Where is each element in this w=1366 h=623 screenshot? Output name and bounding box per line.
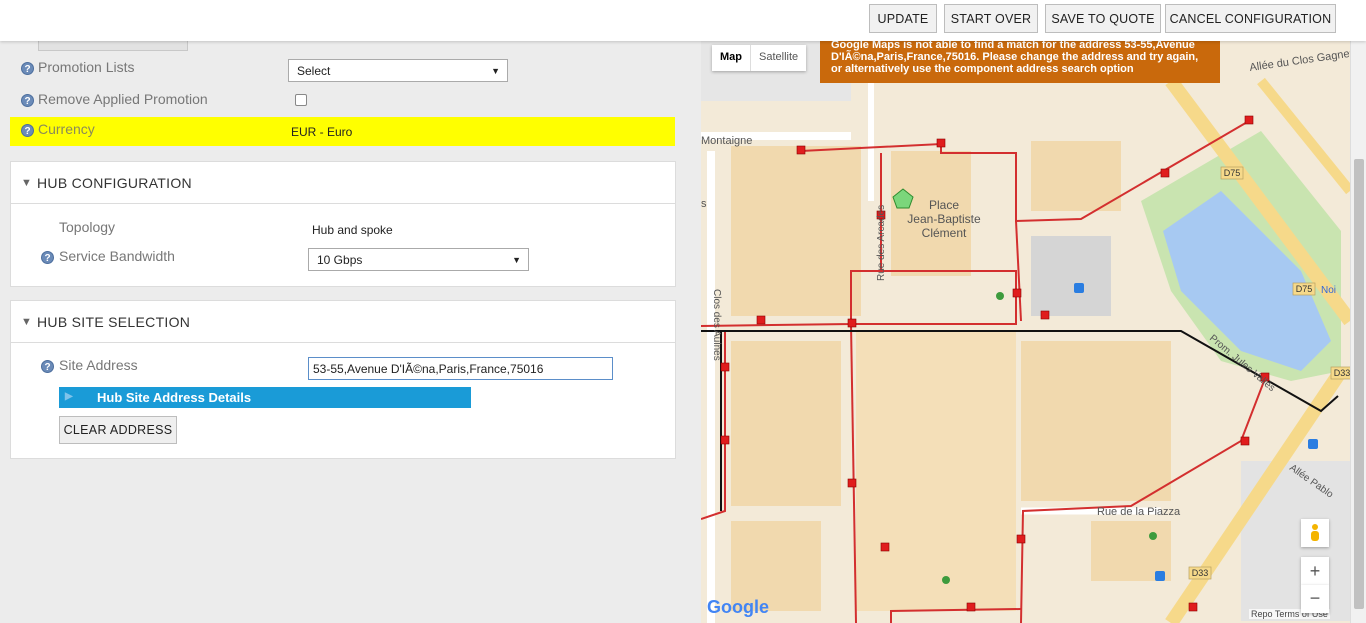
hub-configuration-panel: ▼ HUB CONFIGURATION Topology Hub and spo… xyxy=(10,161,676,287)
road-shield-d33: D33 xyxy=(1330,366,1350,380)
road-shield-d75: D75 xyxy=(1292,282,1316,296)
hub-configuration-header[interactable]: ▼ HUB CONFIGURATION xyxy=(11,162,675,204)
hub-configuration-title: HUB CONFIGURATION xyxy=(37,175,192,191)
road-shield-label: D75 xyxy=(1296,284,1313,294)
chevron-down-icon: ▼ xyxy=(512,255,521,265)
building-block xyxy=(1031,141,1121,211)
map-label-noi: Noi xyxy=(1321,285,1336,296)
help-icon[interactable]: ? xyxy=(41,251,54,264)
promotion-lists-label: Promotion Lists xyxy=(38,59,135,75)
hub-site-selection-title: HUB SITE SELECTION xyxy=(37,314,191,330)
building-block xyxy=(731,341,841,506)
service-bandwidth-label: Service Bandwidth xyxy=(59,248,175,264)
service-bandwidth-select[interactable]: 10 Gbps ▼ xyxy=(308,248,529,271)
remove-promotion-label: Remove Applied Promotion xyxy=(38,91,208,107)
topology-value: Hub and spoke xyxy=(312,223,393,237)
collapse-triangle-icon: ▼ xyxy=(21,316,32,328)
road-shield-label: D75 xyxy=(1224,168,1241,178)
place-label-line3: Clément xyxy=(922,226,967,240)
save-to-quote-button[interactable]: SAVE TO QUOTE xyxy=(1045,4,1161,33)
map-canvas[interactable]: Allée du Clos Gagneur Montaigne Place Je… xyxy=(701,41,1350,623)
page-scrollbar[interactable] xyxy=(1350,41,1366,623)
building-block xyxy=(731,146,861,316)
road-shield-label: D33 xyxy=(1192,568,1209,578)
promotion-lists-select[interactable]: Select ▼ xyxy=(288,59,508,82)
hub-site-address-details-bar[interactable]: ▶ Hub Site Address Details xyxy=(59,387,471,408)
help-icon[interactable]: ? xyxy=(21,62,34,75)
start-over-button[interactable]: START OVER xyxy=(944,4,1038,33)
green-point-marker[interactable] xyxy=(996,292,1004,300)
bus-stop-icon[interactable] xyxy=(1155,571,1165,581)
road-shield-label: D33 xyxy=(1334,368,1350,378)
help-icon[interactable]: ? xyxy=(41,360,54,373)
currency-value: EUR - Euro xyxy=(291,125,353,139)
collapse-triangle-icon: ▼ xyxy=(21,177,32,189)
site-address-label: Site Address xyxy=(59,357,138,373)
road-shield-d75: D75 xyxy=(1220,166,1244,180)
google-logo: Google xyxy=(707,597,769,617)
bus-stop-icon[interactable] xyxy=(1308,439,1318,449)
building-block xyxy=(1021,341,1171,501)
remove-promotion-checkbox[interactable] xyxy=(295,94,307,106)
hub-site-selection-panel: ▼ HUB SITE SELECTION ? Site Address ▶ Hu… xyxy=(10,300,676,459)
geocode-error-alert: Google Maps is not able to find a match … xyxy=(820,41,1220,83)
partially-hidden-button[interactable] xyxy=(38,41,188,51)
topology-label: Topology xyxy=(59,219,116,235)
scrollbar-thumb[interactable] xyxy=(1354,159,1364,609)
green-point-marker[interactable] xyxy=(1149,532,1157,540)
zoom-out-button[interactable]: − xyxy=(1301,585,1329,613)
building-block xyxy=(856,331,1016,611)
help-icon[interactable]: ? xyxy=(21,124,34,137)
google-map[interactable]: Allée du Clos Gagneur Montaigne Place Je… xyxy=(701,41,1350,623)
currency-label: Currency xyxy=(38,121,95,137)
service-bandwidth-value: 10 Gbps xyxy=(317,253,363,267)
site-address-input[interactable] xyxy=(308,357,613,380)
street-label-montaigne: Montaigne xyxy=(701,135,752,147)
map-type-satellite[interactable]: Satellite xyxy=(750,45,806,71)
map-type-map[interactable]: Map xyxy=(712,45,750,71)
promotion-lists-value: Select xyxy=(297,64,331,78)
hub-site-address-details-title: Hub Site Address Details xyxy=(97,390,252,405)
map-type-control[interactable]: Map Satellite xyxy=(712,45,807,71)
place-label-line2: Jean-Baptiste xyxy=(907,212,981,226)
road-shield-d33: D33 xyxy=(1188,566,1212,580)
map-label-s: s xyxy=(701,198,707,210)
street-label-rue-piazza: Rue de la Piazza xyxy=(1097,506,1181,518)
chevron-down-icon: ▼ xyxy=(491,66,500,76)
clear-address-button[interactable]: CLEAR ADDRESS xyxy=(59,416,177,444)
report-link[interactable]: Repo xyxy=(1251,609,1273,619)
expand-triangle-icon: ▶ xyxy=(65,391,73,402)
place-label-line1: Place xyxy=(929,198,959,212)
help-icon[interactable]: ? xyxy=(21,94,34,107)
cancel-configuration-button[interactable]: CANCEL CONFIGURATION xyxy=(1165,4,1336,33)
street-label-rue-arcades: Rue des Arcades xyxy=(876,205,887,281)
parking-area xyxy=(1031,236,1111,316)
bus-stop-icon[interactable] xyxy=(1074,283,1084,293)
hub-site-selection-header[interactable]: ▼ HUB SITE SELECTION xyxy=(11,301,675,343)
top-toolbar: UPDATE START OVER SAVE TO QUOTE CANCEL C… xyxy=(0,0,1366,41)
configuration-form: ? Promotion Lists Select ▼ ? Remove Appl… xyxy=(0,41,700,623)
zoom-in-button[interactable]: + xyxy=(1301,557,1329,585)
update-button[interactable]: UPDATE xyxy=(869,4,937,33)
street-label-clos-aulnes: Clos des Aulnes xyxy=(711,289,722,361)
pegman-icon[interactable] xyxy=(1301,519,1329,547)
green-point-marker[interactable] xyxy=(942,576,950,584)
